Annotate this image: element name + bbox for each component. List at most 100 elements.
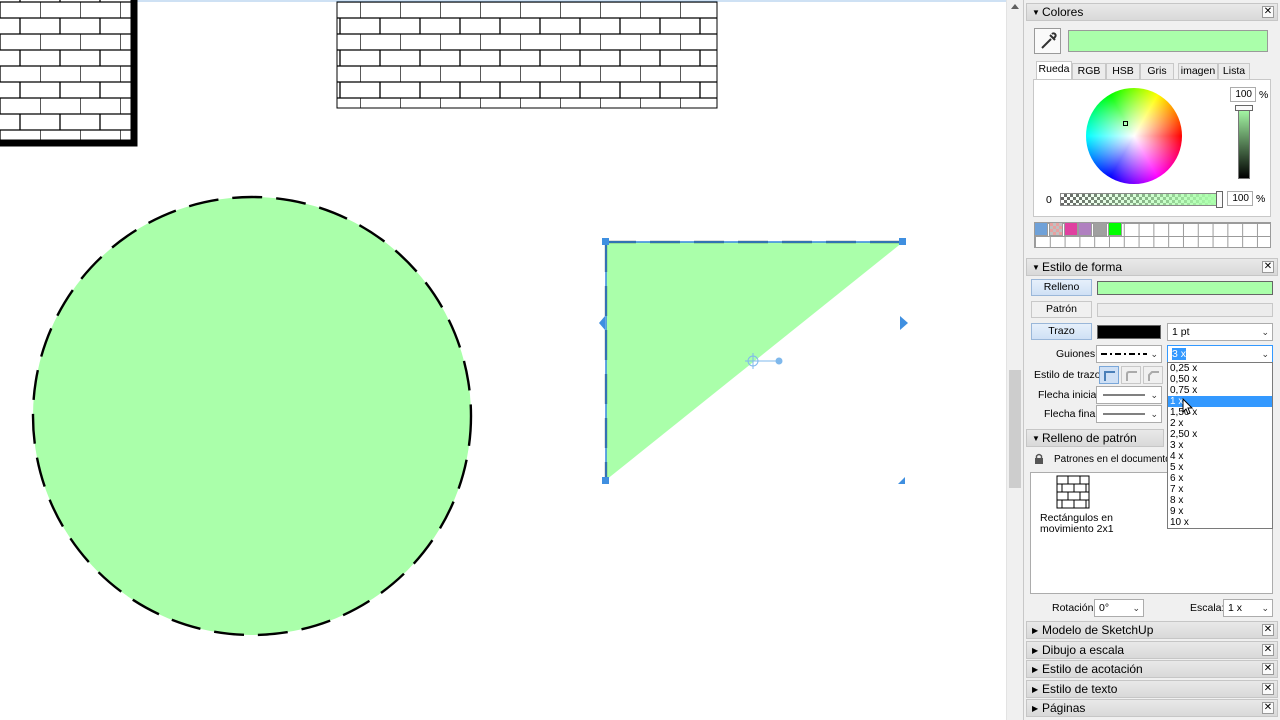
chevron-down-icon: ⌄: [1261, 327, 1269, 337]
cap-style-button[interactable]: [1099, 366, 1119, 384]
dropdown-option[interactable]: 0,50 x: [1168, 374, 1272, 385]
dash-scale-dropdown-list[interactable]: 0,25 x 0,50 x 0,75 x 1 x 1,50 x 2 x 2,50…: [1167, 362, 1273, 529]
cap-style-icon: [1104, 371, 1115, 381]
color-wheel[interactable]: [1086, 88, 1182, 184]
collapsed-arrow-icon: ▶: [1032, 685, 1039, 694]
brightness-slider[interactable]: [1238, 107, 1250, 179]
fill-color-well[interactable]: [1097, 281, 1273, 295]
stroke-width-select[interactable]: 1 pt ⌄: [1167, 323, 1273, 341]
stroke-toggle-button[interactable]: Trazo: [1031, 323, 1092, 340]
rotation-select[interactable]: 0° ⌄: [1094, 599, 1144, 617]
dropdown-option[interactable]: 0,75 x: [1168, 385, 1272, 396]
swatch[interactable]: [1078, 222, 1092, 236]
close-icon[interactable]: ✕: [1262, 644, 1274, 656]
dash-scale-value: 3 x: [1172, 348, 1187, 360]
scroll-up-icon[interactable]: [1011, 4, 1019, 9]
section-title: Modelo de SketchUp: [1042, 623, 1154, 637]
brick-pattern-icon: [1056, 475, 1090, 509]
tab-hsb[interactable]: HSB: [1106, 63, 1140, 79]
canvas-vertical-scrollbar[interactable]: [1006, 0, 1023, 720]
swatch[interactable]: [1108, 222, 1122, 236]
rotation-label: Rotación:: [1052, 602, 1097, 614]
close-icon[interactable]: ✕: [1262, 624, 1274, 636]
expanded-arrow-icon: ▼: [1032, 434, 1040, 443]
pattern-fill-section-header[interactable]: ▼ Relleno de patrón: [1026, 429, 1164, 447]
stroke-color-well[interactable]: [1097, 325, 1161, 339]
resize-handle-corner[interactable]: [898, 477, 905, 484]
dropdown-option[interactable]: 4 x: [1168, 451, 1272, 462]
pattern-collection-select[interactable]: Patrones en el documento: [1054, 454, 1171, 465]
stroke-style-label: Estilo de trazo:: [1034, 369, 1104, 381]
drawing-canvas[interactable]: [0, 0, 1006, 720]
dashed-circle[interactable]: [31, 195, 473, 637]
dropdown-option[interactable]: 5 x: [1168, 462, 1272, 473]
resize-handle-right[interactable]: [900, 316, 908, 330]
fill-toggle-button[interactable]: Relleno: [1031, 279, 1092, 296]
brightness-input[interactable]: 100: [1230, 87, 1256, 102]
close-icon[interactable]: ✕: [1262, 702, 1274, 714]
opacity-input[interactable]: 100: [1227, 191, 1253, 206]
pattern-name-line2: movimiento 2x1: [1040, 523, 1114, 535]
chevron-down-icon: ⌄: [1150, 390, 1158, 400]
dropdown-option[interactable]: 7 x: [1168, 484, 1272, 495]
tab-gris[interactable]: Gris: [1140, 63, 1174, 79]
rotation-value: 0°: [1099, 602, 1110, 614]
dropdown-option[interactable]: 0,25 x: [1168, 363, 1272, 374]
start-arrow-label: Flecha inicial:: [1038, 389, 1102, 401]
dropdown-option[interactable]: 10 x: [1168, 517, 1272, 528]
dropdown-option[interactable]: 2,50 x: [1168, 429, 1272, 440]
pattern-toggle-button[interactable]: Patrón: [1031, 301, 1092, 318]
colors-section-header[interactable]: ▼ Colores ✕: [1026, 3, 1278, 21]
close-icon[interactable]: ✕: [1262, 683, 1274, 695]
scrollbar-thumb[interactable]: [1009, 370, 1021, 488]
tab-rgb[interactable]: RGB: [1072, 63, 1106, 79]
shape-style-title: Estilo de forma: [1042, 260, 1123, 274]
swatch[interactable]: [1064, 222, 1078, 236]
opacity-min-label: 0: [1046, 194, 1052, 206]
close-icon[interactable]: ✕: [1262, 6, 1274, 18]
dropdown-option[interactable]: 2 x: [1168, 418, 1272, 429]
brick-pattern-wide[interactable]: [336, 1, 718, 109]
pattern-thumbnail[interactable]: [1056, 475, 1090, 509]
close-icon[interactable]: ✕: [1262, 663, 1274, 675]
dash-pattern-select[interactable]: ⌄: [1096, 345, 1162, 363]
opacity-slider[interactable]: [1060, 193, 1220, 206]
section-title: Páginas: [1042, 701, 1086, 715]
pages-section-header[interactable]: ▶ Páginas ✕: [1026, 699, 1278, 717]
swatch[interactable]: [1093, 222, 1107, 236]
dropdown-option[interactable]: 6 x: [1168, 473, 1272, 484]
colors-title: Colores: [1042, 5, 1084, 19]
brick-pattern-square[interactable]: [0, 0, 138, 147]
chevron-down-icon: ⌄: [1132, 603, 1140, 613]
dimension-style-section-header[interactable]: ▶ Estilo de acotación ✕: [1026, 660, 1278, 678]
opacity-slider-thumb[interactable]: [1216, 191, 1223, 208]
eyedropper-button[interactable]: [1034, 28, 1061, 54]
start-arrow-select[interactable]: ⌄: [1096, 386, 1162, 404]
text-style-section-header[interactable]: ▶ Estilo de texto ✕: [1026, 680, 1278, 698]
dropdown-option[interactable]: 8 x: [1168, 495, 1272, 506]
close-icon[interactable]: ✕: [1262, 261, 1274, 273]
resize-handle-left[interactable]: [599, 316, 605, 330]
scaled-drawing-section-header[interactable]: ▶ Dibujo a escala ✕: [1026, 641, 1278, 659]
chevron-down-icon: ⌄: [1150, 409, 1158, 419]
dropdown-option[interactable]: 9 x: [1168, 506, 1272, 517]
sketchup-model-section-header[interactable]: ▶ Modelo de SketchUp ✕: [1026, 621, 1278, 639]
tab-imagen[interactable]: imagen: [1178, 63, 1218, 79]
brightness-slider-thumb[interactable]: [1235, 105, 1253, 111]
scale-select[interactable]: 1 x ⌄: [1223, 599, 1273, 617]
current-color-well[interactable]: [1068, 30, 1268, 52]
shape-style-section-header[interactable]: ▼ Estilo de forma ✕: [1026, 258, 1278, 276]
dash-scale-select[interactable]: 3 x ⌄: [1167, 345, 1273, 363]
corner-style-button[interactable]: [1143, 366, 1163, 384]
swatch[interactable]: [1034, 222, 1048, 236]
pattern-well[interactable]: [1097, 303, 1273, 317]
end-arrow-select[interactable]: ⌄: [1096, 405, 1162, 423]
join-style-button[interactable]: [1121, 366, 1141, 384]
tab-rueda[interactable]: Rueda: [1036, 61, 1072, 80]
color-picker-marker[interactable]: [1123, 121, 1128, 126]
swatch[interactable]: [1049, 222, 1063, 236]
chevron-down-icon: ⌄: [1150, 349, 1158, 359]
dropdown-option[interactable]: 3 x: [1168, 440, 1272, 451]
selected-triangle[interactable]: [599, 238, 908, 484]
tab-lista[interactable]: Lista: [1218, 63, 1250, 79]
